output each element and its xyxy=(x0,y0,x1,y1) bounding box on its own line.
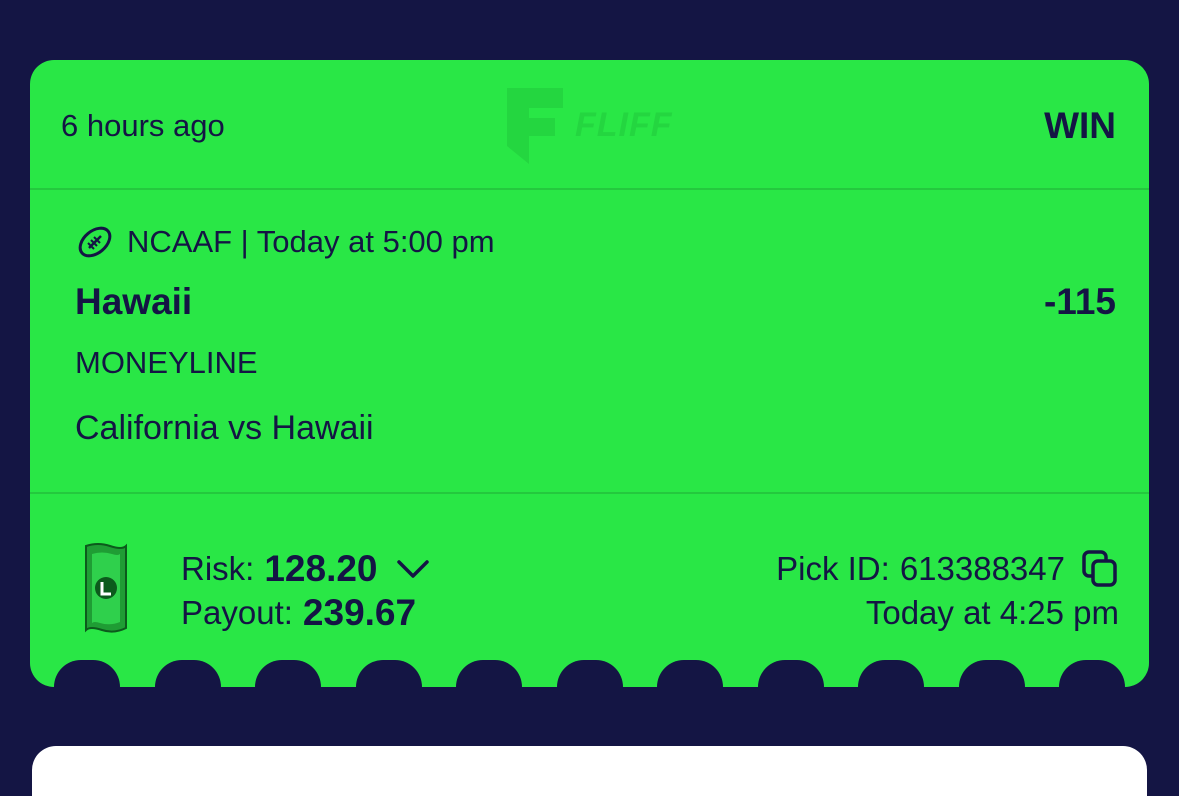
divider xyxy=(30,492,1149,494)
risk-label: Risk: xyxy=(181,550,255,587)
bet-ticket-card[interactable]: 6 hours ago FLIFF WIN NCAAF | Today at 5… xyxy=(30,60,1149,687)
pick-id-label: Pick ID: xyxy=(776,550,890,587)
risk-value: 128.20 xyxy=(264,548,378,589)
placed-at: Today at 4:25 pm xyxy=(865,594,1119,631)
ticket-notch xyxy=(456,660,522,687)
payout-label: Payout: xyxy=(181,594,293,631)
ticket-notch xyxy=(155,660,221,687)
ticket-notch xyxy=(758,660,824,687)
pick-info: Pick ID: 613388347 Today at 4:25 pm xyxy=(776,547,1119,635)
ticket-notch xyxy=(657,660,723,687)
selection-odds: -115 xyxy=(1043,281,1116,322)
payout-value: 239.67 xyxy=(302,592,417,633)
ticket-notch xyxy=(356,660,422,687)
ticket-notch xyxy=(1059,660,1125,687)
event-info: NCAAF | Today at 5:00 pm xyxy=(75,222,495,262)
ticket-notch xyxy=(858,660,924,687)
pick-id-value: 613388347 xyxy=(899,550,1065,587)
divider xyxy=(30,188,1149,190)
chevron-down-icon[interactable] xyxy=(396,558,430,580)
market-type: MONEYLINE xyxy=(75,345,258,380)
logo-text: FLIFF xyxy=(575,106,673,144)
event-line-text: NCAAF | Today at 5:00 pm xyxy=(127,224,495,259)
copy-icon[interactable] xyxy=(1081,549,1119,589)
ticket-notch xyxy=(959,660,1025,687)
ticket-notch xyxy=(54,660,120,687)
matchup: California vs Hawaii xyxy=(75,409,374,447)
cash-icon xyxy=(85,543,127,633)
selection-team: Hawaii xyxy=(75,281,193,322)
football-icon xyxy=(78,226,112,258)
fliff-logo: FLIFF xyxy=(505,84,705,168)
ticket-notch xyxy=(255,660,321,687)
risk-payout: Risk: 128.20 Payout: 239.67 xyxy=(181,547,430,635)
next-ticket-card[interactable] xyxy=(32,746,1147,796)
status-badge: WIN xyxy=(1044,105,1116,146)
ticket-notch xyxy=(557,660,623,687)
time-ago: 6 hours ago xyxy=(61,108,225,143)
